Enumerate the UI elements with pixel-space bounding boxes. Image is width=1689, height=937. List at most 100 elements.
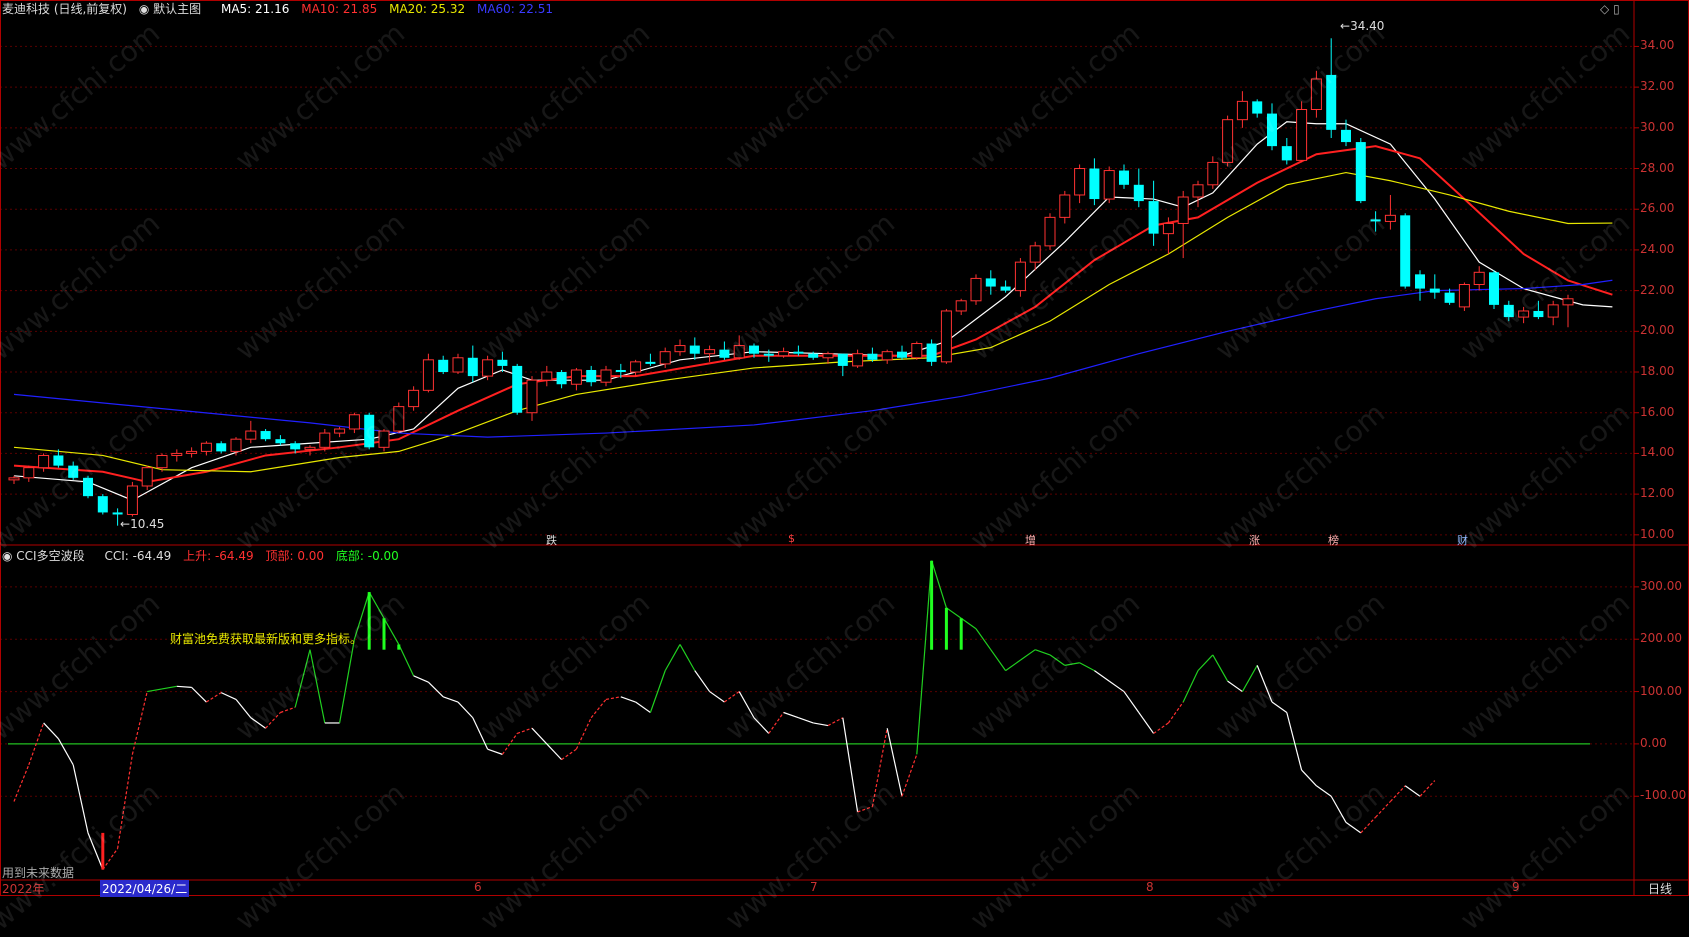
y-tick-label: -100.00 [1640, 788, 1687, 803]
event-marker-dollar[interactable]: $ [788, 532, 795, 545]
candle-body-down [1429, 288, 1440, 293]
candle-body-down [719, 349, 730, 358]
candle-body-up [1044, 216, 1056, 247]
cci-segment [457, 701, 474, 719]
cci-segment [635, 701, 651, 713]
candle-body-up [1473, 271, 1485, 286]
candle-body-down [985, 278, 996, 287]
candle-body-down [1326, 74, 1337, 130]
cci-segment [620, 696, 636, 703]
candle-body-up [200, 442, 212, 452]
cci-segment [1197, 654, 1214, 672]
candle-body-up [940, 310, 952, 363]
candle-body-down [749, 345, 759, 354]
candle-body-up [570, 369, 582, 385]
candle-body-down [1133, 184, 1144, 202]
cci-segment [1375, 801, 1391, 818]
chart-frames [0, 0, 1689, 896]
candle-body-up [304, 446, 316, 450]
cci-segment [916, 560, 933, 755]
cci-segment [649, 670, 666, 713]
cci-segment [1005, 659, 1021, 672]
candle-body-down [97, 496, 108, 513]
event-marker-zeng[interactable]: 增 [1025, 532, 1036, 548]
cci-segment [265, 712, 281, 729]
diamond-icon[interactable]: ◇ [1600, 2, 1609, 16]
cci-segment [1079, 662, 1095, 672]
cci-value: CCI: -64.49 [104, 549, 172, 563]
cci-segment [1419, 780, 1436, 797]
event-marker-zhang[interactable]: 涨 [1249, 532, 1260, 548]
cursor-date: 2022/04/26/二 [100, 880, 190, 897]
candle-body-up [422, 359, 434, 391]
candle-body-up [1296, 109, 1308, 161]
month-label-8: 8 [1146, 880, 1154, 894]
ma5-value: MA5: 21.16 [220, 2, 290, 16]
candle-body-up [1310, 78, 1322, 111]
main-chart-indicator-select[interactable]: ◉ 默认主图 [139, 2, 209, 16]
indicator-name: CCI多空波段 [16, 549, 85, 563]
candle-body-up [541, 371, 553, 381]
event-marker-bang[interactable]: 榜 [1328, 532, 1339, 548]
y-tick-label: 34.00 [1640, 38, 1675, 53]
candle-body-down [68, 465, 79, 478]
candle-body-down [763, 353, 774, 356]
candle-body-up [955, 300, 967, 312]
cci-segment [220, 692, 237, 700]
candle-body-up [8, 477, 20, 481]
cci-segment [975, 628, 992, 651]
month-label-6: 6 [474, 880, 482, 894]
cci-segment [842, 717, 859, 813]
candle-body-down [260, 431, 271, 440]
cci-segment [531, 727, 548, 745]
candle-body-up [1014, 261, 1026, 292]
candle-body-down [1533, 310, 1544, 318]
cci-segment [709, 691, 725, 703]
y-tick-label: 24.00 [1640, 241, 1675, 256]
period-tab-daily[interactable]: 日线 [1648, 880, 1672, 897]
candle-body-up [1518, 310, 1530, 318]
cci-segment [442, 696, 459, 703]
y-tick-label: 28.00 [1640, 160, 1675, 175]
panel-toggle-icon[interactable]: ▯ [1613, 2, 1620, 16]
candle-body-down [1252, 101, 1263, 114]
candle-body-down [1341, 129, 1351, 143]
main-chart-header: 麦迪科技 (日线,前复权) ◉ 默认主图 MA5: 21.16 MA10: 21… [2, 0, 561, 20]
high-price-label: ←34.40 [1340, 19, 1385, 33]
y-tick-label: 200.00 [1640, 631, 1682, 646]
cci-segment [176, 685, 192, 688]
cci-segment [1286, 712, 1303, 771]
event-marker-cai[interactable]: 财 [1457, 532, 1468, 548]
up-value: 上升: -64.49 [183, 549, 254, 563]
cci-segment [280, 706, 296, 714]
cci-segment [783, 711, 799, 719]
candle-body-down [1089, 168, 1100, 200]
main-chart-name: 默认主图 [153, 2, 202, 16]
cci-segment [309, 649, 326, 724]
candle-body-up [156, 454, 168, 469]
future-data-note: 用到未来数据 [2, 866, 75, 880]
candle-body-up [1458, 284, 1470, 308]
cci-segment [1227, 680, 1243, 693]
indicator-select[interactable]: ◉ CCI多空波段 [2, 549, 93, 563]
event-marker-die[interactable]: 跌 [546, 532, 557, 548]
outer-frame [0, 0, 1689, 896]
candle-body-up [526, 379, 538, 414]
y-tick-label: 0.00 [1640, 735, 1667, 750]
cci-segment [398, 644, 415, 677]
cci-segment [1241, 665, 1258, 692]
candle-body-up [1222, 119, 1234, 163]
candle-body-down [808, 353, 819, 358]
y-tick-label: 22.00 [1640, 282, 1675, 297]
candle-body-down [1370, 219, 1381, 222]
y-tick-label: 14.00 [1640, 445, 1675, 460]
moving-average-lines [13, 121, 1613, 501]
cci-segment [161, 685, 177, 690]
cci-segment [1301, 769, 1317, 787]
candle-body-down [1415, 274, 1425, 289]
candle-body-up [393, 406, 405, 432]
cci-segment [1389, 785, 1406, 802]
stock-title[interactable]: 麦迪科技 (日线,前复权) [2, 2, 127, 16]
cci-segment [886, 728, 903, 797]
candle-body-down [926, 343, 937, 362]
